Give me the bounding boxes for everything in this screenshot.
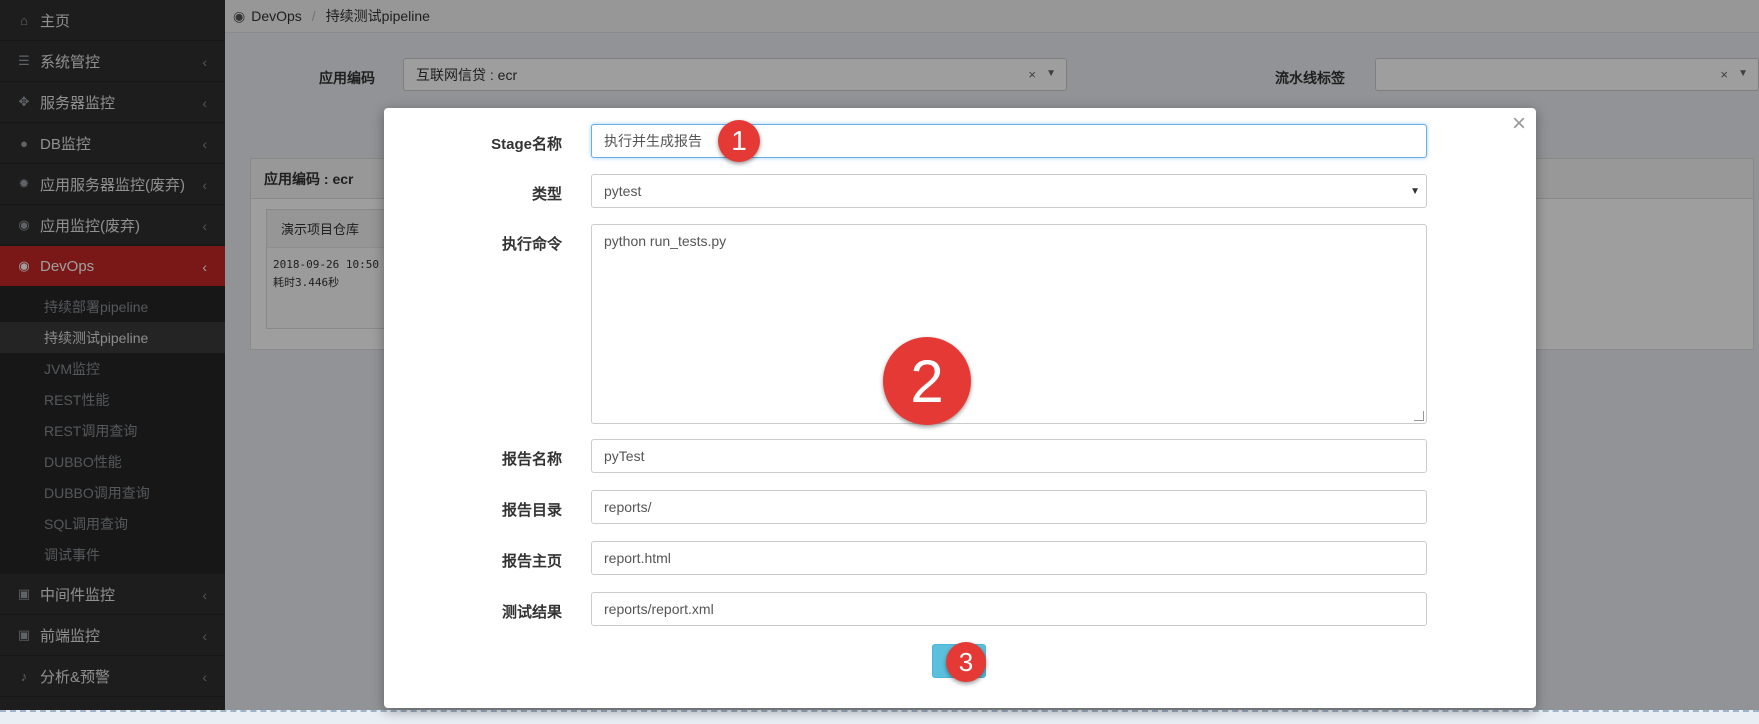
report-home-value: report.html bbox=[604, 550, 671, 566]
report-home-label: 报告主页 bbox=[501, 553, 562, 570]
report-home-input[interactable]: report.html bbox=[591, 541, 1427, 575]
annotation-badge-1: 1 bbox=[718, 120, 760, 162]
annotation-badge-2: 2 bbox=[883, 337, 971, 425]
command-value: python run_tests.py bbox=[604, 233, 727, 249]
resize-handle[interactable] bbox=[1414, 411, 1424, 421]
test-result-input[interactable]: reports/report.xml bbox=[591, 592, 1427, 626]
report-dir-label: 报告目录 bbox=[501, 502, 562, 519]
type-label: 类型 bbox=[531, 186, 562, 203]
command-label: 执行命令 bbox=[501, 236, 562, 253]
command-textarea[interactable]: python run_tests.py bbox=[591, 224, 1427, 424]
stage-name-input[interactable]: 执行并生成报告 bbox=[591, 124, 1427, 158]
caret-down-icon: ▼ bbox=[1410, 186, 1420, 197]
report-dir-input[interactable]: reports/ bbox=[591, 490, 1427, 524]
stage-name-value: 执行并生成报告 bbox=[604, 133, 702, 149]
report-name-value: pyTest bbox=[604, 448, 645, 464]
test-result-value: reports/report.xml bbox=[604, 601, 714, 617]
report-dir-value: reports/ bbox=[604, 499, 652, 515]
report-name-input[interactable]: pyTest bbox=[591, 439, 1427, 473]
type-value: pytest bbox=[604, 183, 642, 199]
type-select[interactable]: pytest ▼ bbox=[591, 174, 1427, 208]
close-icon[interactable]: × bbox=[1512, 112, 1526, 136]
bottom-strip bbox=[0, 710, 1759, 724]
test-result-label: 测试结果 bbox=[501, 604, 562, 621]
annotation-badge-3: 3 bbox=[946, 642, 986, 682]
report-name-label: 报告名称 bbox=[501, 451, 562, 468]
stage-name-label: Stage名称 bbox=[491, 136, 562, 153]
